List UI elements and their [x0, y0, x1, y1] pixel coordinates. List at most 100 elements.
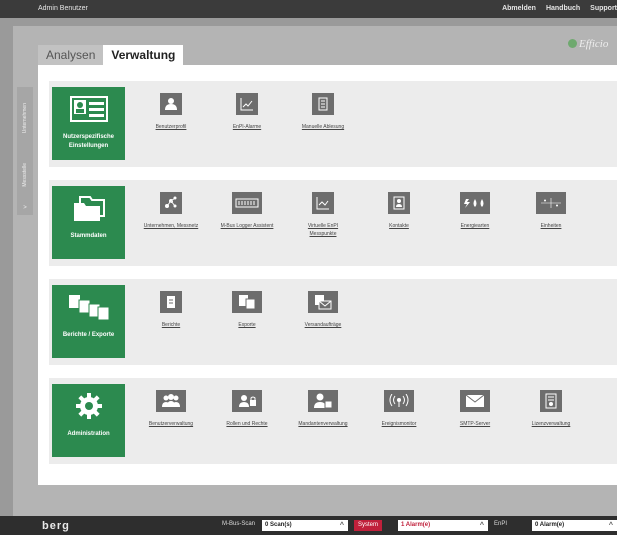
item-unternehmen-messnetz[interactable]: Unternehmen, Messnetz: [143, 192, 199, 230]
item-label: Mandantenverwaltung: [298, 421, 348, 427]
item-enpi-alarme[interactable]: EnPI-Alarme: [219, 93, 275, 131]
enpi-alarm-value: 0 Alarm(e): [535, 522, 565, 528]
mail-document-icon: [308, 291, 338, 313]
item-mbus-logger-assistent[interactable]: M-Bus Logger Assistent: [219, 192, 275, 230]
tile-label: Berichte / Exporte: [62, 332, 115, 338]
item-energiearten[interactable]: Energiearten: [447, 192, 503, 230]
top-bar: Admin Benutzer Abmelden Handbuch Support: [0, 0, 617, 18]
efficio-logo: Efficio: [568, 38, 617, 54]
enpi-alarm-status[interactable]: 0 Alarm(e) ^: [532, 520, 617, 531]
tile-label: Stammdaten: [70, 233, 107, 239]
item-label: Berichte: [161, 322, 181, 328]
item-label: Lizenzverwaltung: [531, 421, 571, 427]
side-tab-unternehmen[interactable]: Unternehmen: [17, 91, 33, 145]
tab-bar: Analysen Verwaltung: [38, 45, 184, 65]
folder-icon: [52, 192, 125, 224]
side-tab-messstelle[interactable]: Messstelle: [17, 149, 33, 201]
tile-administration[interactable]: Administration: [52, 384, 125, 457]
item-versandauftraege[interactable]: Versandaufträge: [295, 291, 351, 329]
tab-analysen[interactable]: Analysen: [38, 45, 104, 65]
system-label: System: [354, 520, 383, 531]
logger-icon: [232, 192, 262, 214]
item-label: Einheiten: [540, 223, 562, 229]
item-label: EnPI-Alarme: [232, 124, 262, 130]
item-virtuelle-enpi-messpunkte[interactable]: Virtuelle EnPI Messpunkte: [295, 192, 351, 238]
contacts-icon: [388, 192, 410, 214]
item-manuelle-ablesung[interactable]: Manuelle Ablesung: [295, 93, 351, 131]
reports-stack-icon: [52, 291, 125, 323]
section-stammdaten: Stammdaten Unternehmen, Messnetz M-Bus L…: [49, 180, 617, 266]
expand-panel-icon[interactable]: >: [17, 205, 33, 211]
export-icon: [232, 291, 262, 313]
item-mandantenverwaltung[interactable]: Mandantenverwaltung: [295, 390, 351, 428]
item-label: Virtuelle EnPI Messpunkte: [307, 223, 339, 237]
logo-text: Efficio: [579, 38, 609, 50]
chart-line-icon: [312, 192, 334, 214]
section-berichte-exporte: Berichte / Exporte Berichte Exporte Vers…: [49, 279, 617, 365]
item-label: SMTP-Server: [459, 421, 491, 427]
section-administration: Administration Benutzerverwaltung Rollen…: [49, 378, 617, 464]
support-link[interactable]: Support: [590, 5, 617, 12]
item-label: Rollen und Rechte: [226, 421, 268, 427]
item-label: Versandaufträge: [304, 322, 342, 328]
item-label: Benutzerverwaltung: [148, 421, 194, 427]
item-benutzerprofil[interactable]: Benutzerprofil: [143, 93, 199, 131]
item-label: Unternehmen, Messnetz: [143, 223, 199, 229]
item-label: Manuelle Ablesung: [301, 124, 345, 130]
mbus-scan-status[interactable]: 0 Scan(s) ^: [262, 520, 348, 531]
system-alarm-value: 1 Alarm(e): [401, 522, 431, 528]
tile-berichte-exporte[interactable]: Berichte / Exporte: [52, 285, 125, 358]
current-user: Admin Benutzer: [38, 5, 88, 12]
report-icon: [160, 291, 182, 313]
item-berichte[interactable]: Berichte: [143, 291, 199, 329]
license-icon: [540, 390, 562, 412]
content-area: Nutzerspezifische Einstellungen Benutzer…: [38, 65, 617, 485]
tile-label: Nutzerspezifische Einstellungen: [62, 134, 114, 149]
tile-user-settings[interactable]: Nutzerspezifische Einstellungen: [52, 87, 125, 160]
status-bar: berg M-Bus-Scan 0 Scan(s) ^ System 1 Ala…: [0, 516, 617, 535]
roles-icon: [232, 390, 262, 412]
item-ereignismonitor[interactable]: Ereignismonitor: [371, 390, 427, 428]
tile-stammdaten[interactable]: Stammdaten: [52, 186, 125, 259]
item-lizenzverwaltung[interactable]: Lizenzverwaltung: [523, 390, 579, 428]
item-smtp-server[interactable]: SMTP-Server: [447, 390, 503, 428]
item-label: Ereignismonitor: [381, 421, 417, 427]
item-benutzerverwaltung[interactable]: Benutzerverwaltung: [143, 390, 199, 428]
envelope-icon: [460, 390, 490, 412]
event-monitor-icon: [384, 390, 414, 412]
item-label: Kontakte: [389, 223, 409, 229]
item-rollen-und-rechte[interactable]: Rollen und Rechte: [219, 390, 275, 428]
mbus-scan-label: M-Bus-Scan: [222, 521, 256, 527]
section-user-settings: Nutzerspezifische Einstellungen Benutzer…: [49, 81, 617, 167]
side-tab-label: Messstelle: [22, 163, 28, 187]
item-label: M-Bus Logger Assistent: [220, 223, 274, 229]
network-icon: [160, 192, 182, 214]
item-label: Energiearten: [460, 223, 490, 229]
tile-label: Administration: [67, 431, 110, 437]
logo-mark-icon: [568, 39, 577, 48]
top-nav: Abmelden Handbuch Support: [502, 5, 617, 12]
item-exporte[interactable]: Exporte: [219, 291, 275, 329]
item-einheiten[interactable]: Einheiten: [523, 192, 579, 230]
item-kontakte[interactable]: Kontakte: [371, 192, 427, 230]
side-panel: Unternehmen Messstelle >: [17, 87, 33, 215]
users-icon: [156, 390, 186, 412]
energy-types-icon: [460, 192, 490, 214]
gear-icon: [52, 390, 125, 422]
user-profile-icon: [160, 93, 182, 115]
user-card-icon: [52, 93, 125, 125]
berg-logo: berg: [42, 520, 70, 532]
chevron-up-icon: ^: [339, 522, 344, 529]
item-label: Benutzerprofil: [155, 124, 187, 130]
document-list-icon: [312, 93, 334, 115]
units-icon: [536, 192, 566, 214]
logout-link[interactable]: Abmelden: [502, 5, 536, 12]
system-alarm-status[interactable]: 1 Alarm(e) ^: [398, 520, 488, 531]
mbus-scan-value: 0 Scan(s): [265, 522, 292, 528]
tab-verwaltung[interactable]: Verwaltung: [103, 45, 184, 65]
side-tab-label: Unternehmen: [22, 102, 28, 134]
chart-alarm-icon: [236, 93, 258, 115]
enpi-label: EnPI: [494, 521, 508, 527]
tenants-icon: [308, 390, 338, 412]
manual-link[interactable]: Handbuch: [546, 5, 580, 12]
